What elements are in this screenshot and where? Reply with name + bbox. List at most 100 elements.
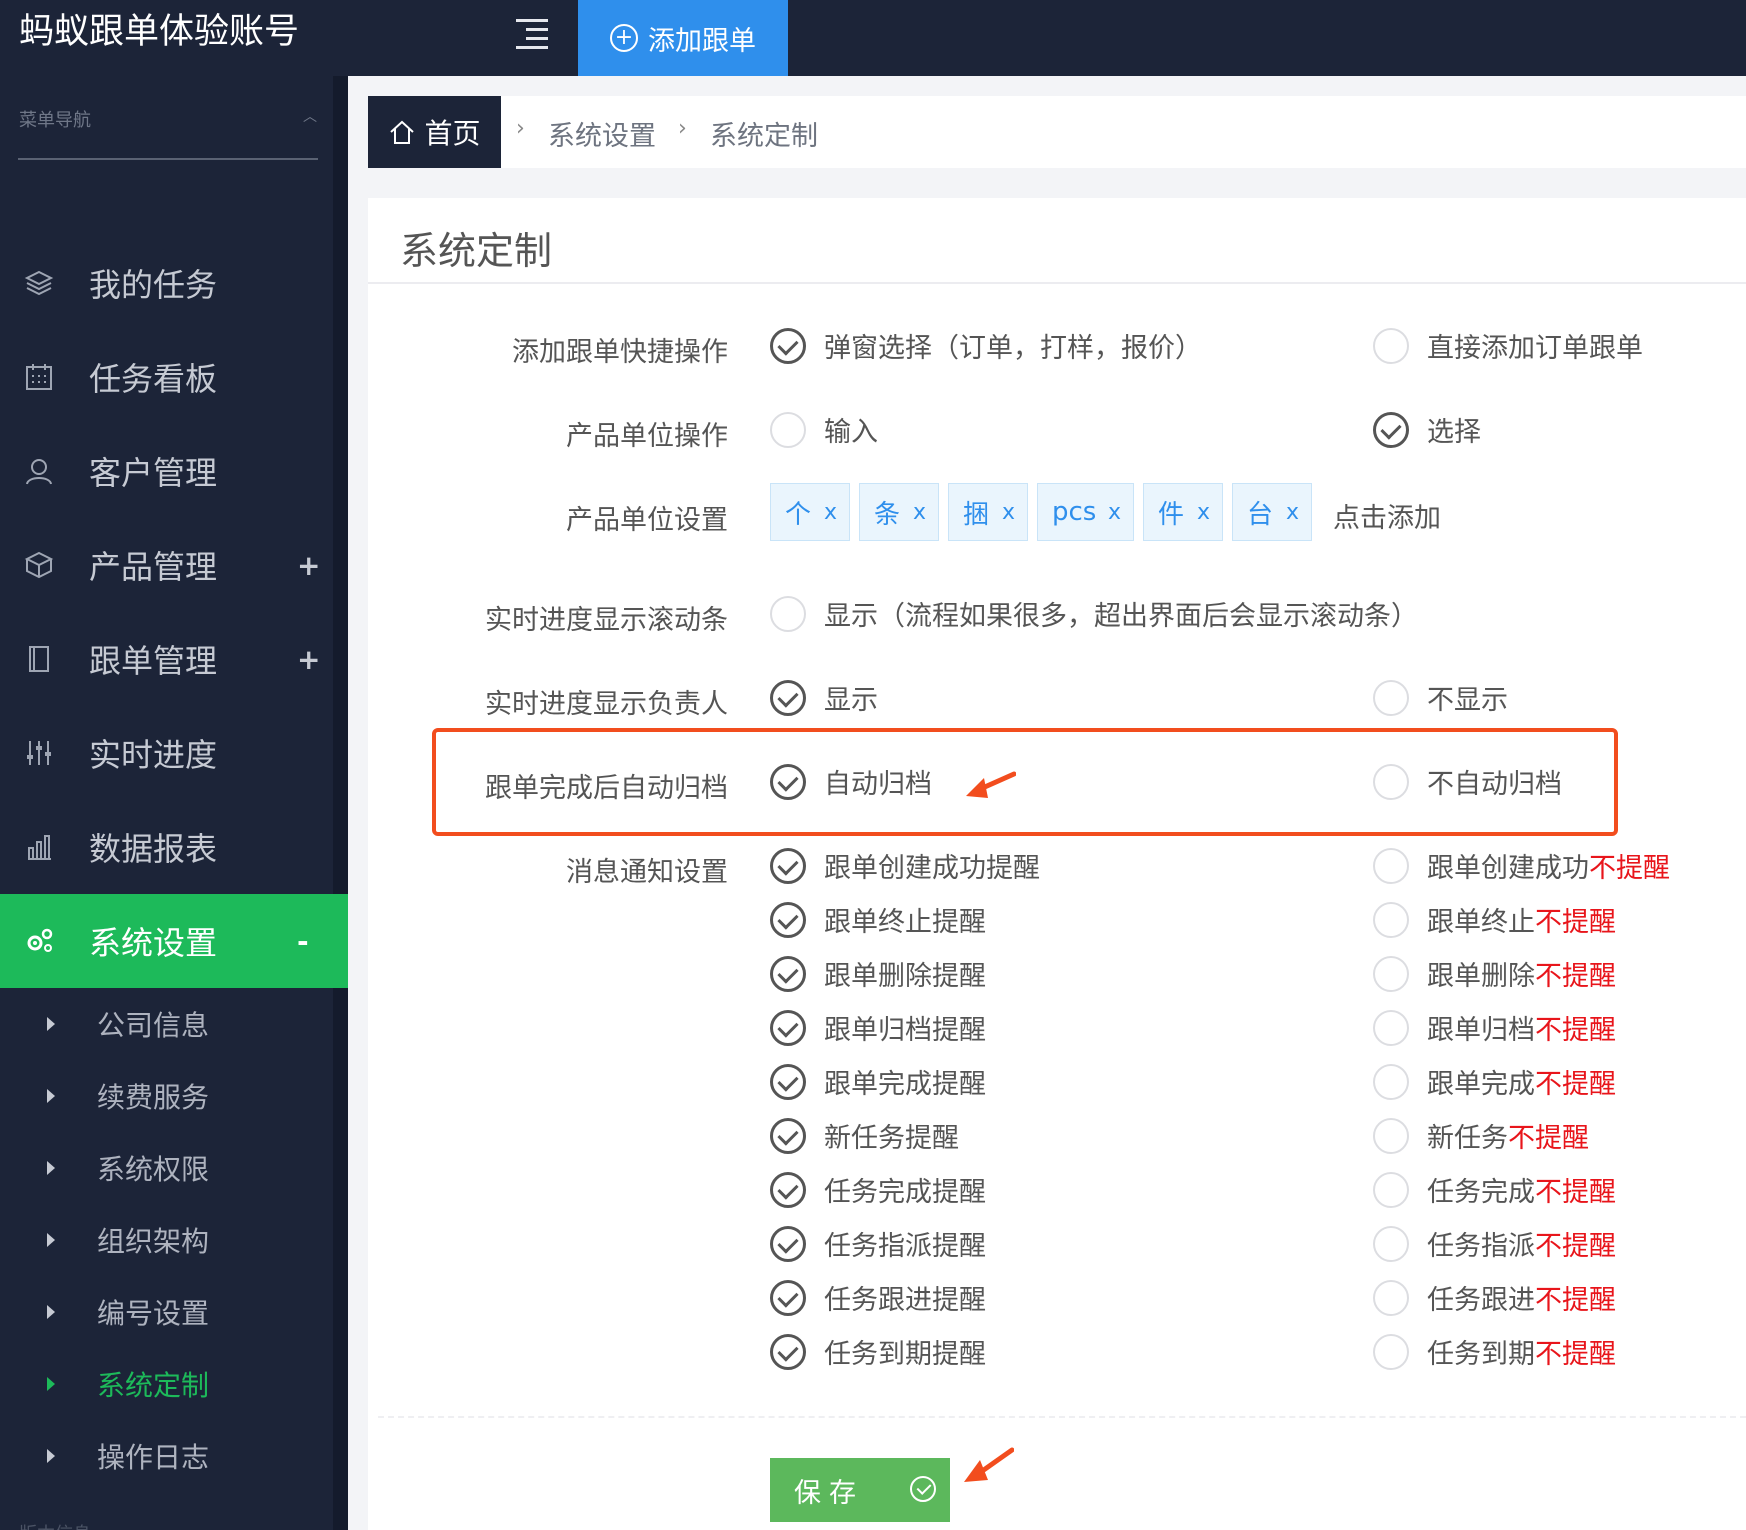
notify-off-option[interactable]: 任务指派 不提醒 bbox=[1373, 1224, 1616, 1263]
unit-op-input-option[interactable]: 输入 bbox=[770, 410, 878, 449]
radio-empty-icon[interactable] bbox=[1373, 1225, 1409, 1262]
plus-icon[interactable]: + bbox=[297, 549, 320, 582]
sidebar-item-system-settings[interactable]: 系统设置 - bbox=[0, 894, 348, 988]
quick-add-popup-option[interactable]: 弹窗选择（订单，打样，报价） bbox=[770, 326, 1202, 365]
minus-icon[interactable]: - bbox=[297, 925, 309, 958]
tag-remove-icon[interactable]: x bbox=[1197, 500, 1210, 525]
check-circle-icon[interactable] bbox=[1373, 411, 1409, 448]
check-circle-icon[interactable] bbox=[770, 1171, 806, 1208]
archive-manual-option[interactable]: 不自动归档 bbox=[1373, 762, 1562, 801]
sidebar-item-reports[interactable]: 数据报表 bbox=[0, 800, 348, 894]
check-circle-icon[interactable] bbox=[770, 1279, 806, 1316]
check-circle-icon[interactable] bbox=[770, 327, 806, 364]
divider bbox=[368, 282, 1746, 284]
owner-show-option[interactable]: 显示 bbox=[770, 678, 878, 717]
check-circle-icon[interactable] bbox=[770, 1063, 806, 1100]
add-order-label: 添加跟单 bbox=[648, 25, 756, 57]
sidebar-item-progress[interactable]: 实时进度 bbox=[0, 706, 348, 800]
sidebar-item-label: 产品管理 bbox=[89, 548, 218, 586]
save-button[interactable]: 保存 bbox=[770, 1458, 950, 1522]
radio-empty-icon[interactable] bbox=[1373, 1333, 1409, 1370]
sidebar-item-products[interactable]: 产品管理 + bbox=[0, 518, 348, 612]
notify-off-option[interactable]: 跟单删除 不提醒 bbox=[1373, 954, 1616, 993]
notify-on-option[interactable]: 跟单终止提醒 bbox=[770, 900, 986, 939]
notify-off-option[interactable]: 新任务 不提醒 bbox=[1373, 1116, 1589, 1155]
radio-empty-icon[interactable] bbox=[1373, 327, 1409, 364]
sidebar-subitem-customization[interactable]: 系统定制 bbox=[0, 1348, 333, 1420]
radio-empty-icon[interactable] bbox=[1373, 1279, 1409, 1316]
notify-on-option[interactable]: 跟单完成提醒 bbox=[770, 1062, 986, 1101]
radio-empty-icon[interactable] bbox=[1373, 1009, 1409, 1046]
notify-on-option[interactable]: 任务到期提醒 bbox=[770, 1332, 986, 1371]
owner-hide-option[interactable]: 不显示 bbox=[1373, 678, 1508, 717]
check-circle-icon[interactable] bbox=[770, 1333, 806, 1370]
check-circle-icon[interactable] bbox=[770, 1009, 806, 1046]
check-circle-icon[interactable] bbox=[770, 955, 806, 992]
notify-off-option[interactable]: 任务完成 不提醒 bbox=[1373, 1170, 1616, 1209]
sidebar-item-label: 任务看板 bbox=[89, 360, 218, 398]
tag-remove-icon[interactable]: x bbox=[913, 500, 926, 525]
notify-on-option[interactable]: 跟单归档提醒 bbox=[770, 1008, 986, 1047]
notify-on-option[interactable]: 跟单删除提醒 bbox=[770, 954, 986, 993]
sidebar-subitem-company-info[interactable]: 公司信息 bbox=[0, 988, 333, 1060]
radio-empty-icon[interactable] bbox=[1373, 1063, 1409, 1100]
sidebar-subitem-operation-log[interactable]: 操作日志 bbox=[0, 1420, 333, 1492]
check-circle-icon[interactable] bbox=[770, 763, 806, 800]
check-circle-icon[interactable] bbox=[770, 847, 806, 884]
sidebar-subitem-organization[interactable]: 组织架构 bbox=[0, 1204, 333, 1276]
sidebar-item-orders[interactable]: 跟单管理 + bbox=[0, 612, 348, 706]
sidebar-item-my-tasks[interactable]: 我的任务 bbox=[0, 236, 348, 330]
scroll-show-option[interactable]: 显示（流程如果很多，超出界面后会显示滚动条） bbox=[770, 594, 1418, 633]
notify-on-option[interactable]: 任务指派提醒 bbox=[770, 1224, 986, 1263]
check-circle-icon[interactable] bbox=[770, 1117, 806, 1154]
radio-empty-icon[interactable] bbox=[1373, 901, 1409, 938]
plus-icon[interactable]: + bbox=[297, 643, 320, 676]
menu-toggle-icon[interactable] bbox=[516, 19, 548, 49]
notify-off-option[interactable]: 跟单归档 不提醒 bbox=[1373, 1008, 1616, 1047]
radio-empty-icon[interactable] bbox=[1373, 763, 1409, 800]
add-unit-link[interactable]: 点击添加 bbox=[1333, 496, 1441, 535]
notify-on-option[interactable]: 新任务提醒 bbox=[770, 1116, 959, 1155]
book-icon bbox=[29, 646, 49, 672]
sidebar-item-customers[interactable]: 客户管理 bbox=[0, 424, 348, 518]
notify-on-option[interactable]: 任务跟进提醒 bbox=[770, 1278, 986, 1317]
notify-on-option[interactable]: 任务完成提醒 bbox=[770, 1170, 986, 1209]
tag-remove-icon[interactable]: x bbox=[1002, 500, 1015, 525]
check-circle-icon[interactable] bbox=[770, 679, 806, 716]
sidebar-subitem-numbering[interactable]: 编号设置 bbox=[0, 1276, 333, 1348]
radio-empty-icon[interactable] bbox=[1373, 679, 1409, 716]
caret-right-icon bbox=[47, 1161, 55, 1175]
notify-off-option[interactable]: 跟单完成 不提醒 bbox=[1373, 1062, 1616, 1101]
sidebar-header: 菜单导航 bbox=[19, 110, 91, 131]
sidebar-item-label: 系统设置 bbox=[89, 924, 218, 962]
notify-on-option[interactable]: 跟单创建成功提醒 bbox=[770, 846, 1040, 885]
notify-off-option[interactable]: 任务跟进 不提醒 bbox=[1373, 1278, 1616, 1317]
notify-off-option[interactable]: 跟单创建成功 不提醒 bbox=[1373, 846, 1670, 885]
archive-auto-option[interactable]: 自动归档 bbox=[770, 762, 932, 801]
sidebar-item-label: 数据报表 bbox=[89, 830, 218, 868]
radio-empty-icon[interactable] bbox=[770, 595, 806, 632]
notify-off-option[interactable]: 任务到期 不提醒 bbox=[1373, 1332, 1616, 1371]
tag-remove-icon[interactable]: x bbox=[824, 500, 837, 525]
notify-off-option[interactable]: 跟单终止 不提醒 bbox=[1373, 900, 1616, 939]
quick-add-direct-option[interactable]: 直接添加订单跟单 bbox=[1373, 326, 1643, 365]
arrow-annotation-icon bbox=[964, 1447, 1014, 1482]
chevron-up-icon[interactable]: ︿ bbox=[303, 106, 317, 126]
check-circle-icon[interactable] bbox=[770, 1225, 806, 1262]
radio-empty-icon[interactable] bbox=[1373, 847, 1409, 884]
check-circle-icon[interactable] bbox=[770, 901, 806, 938]
breadcrumb-system-settings[interactable]: 系统设置 bbox=[548, 114, 656, 153]
sidebar-subitem-permissions[interactable]: 系统权限 bbox=[0, 1132, 333, 1204]
sidebar-item-task-board[interactable]: 任务看板 bbox=[0, 330, 348, 424]
radio-empty-icon[interactable] bbox=[1373, 1171, 1409, 1208]
radio-empty-icon[interactable] bbox=[1373, 955, 1409, 992]
radio-empty-icon[interactable] bbox=[770, 411, 806, 448]
radio-empty-icon[interactable] bbox=[1373, 1117, 1409, 1154]
page-title: 系统定制 bbox=[400, 229, 553, 273]
sidebar-subitem-renewal[interactable]: 续费服务 bbox=[0, 1060, 333, 1132]
breadcrumb-home[interactable]: 首页 bbox=[368, 96, 501, 168]
tag-remove-icon[interactable]: x bbox=[1108, 500, 1121, 525]
tag-remove-icon[interactable]: x bbox=[1286, 500, 1299, 525]
unit-op-select-option[interactable]: 选择 bbox=[1373, 410, 1481, 449]
add-order-button[interactable]: + 添加跟单 bbox=[578, 0, 788, 76]
